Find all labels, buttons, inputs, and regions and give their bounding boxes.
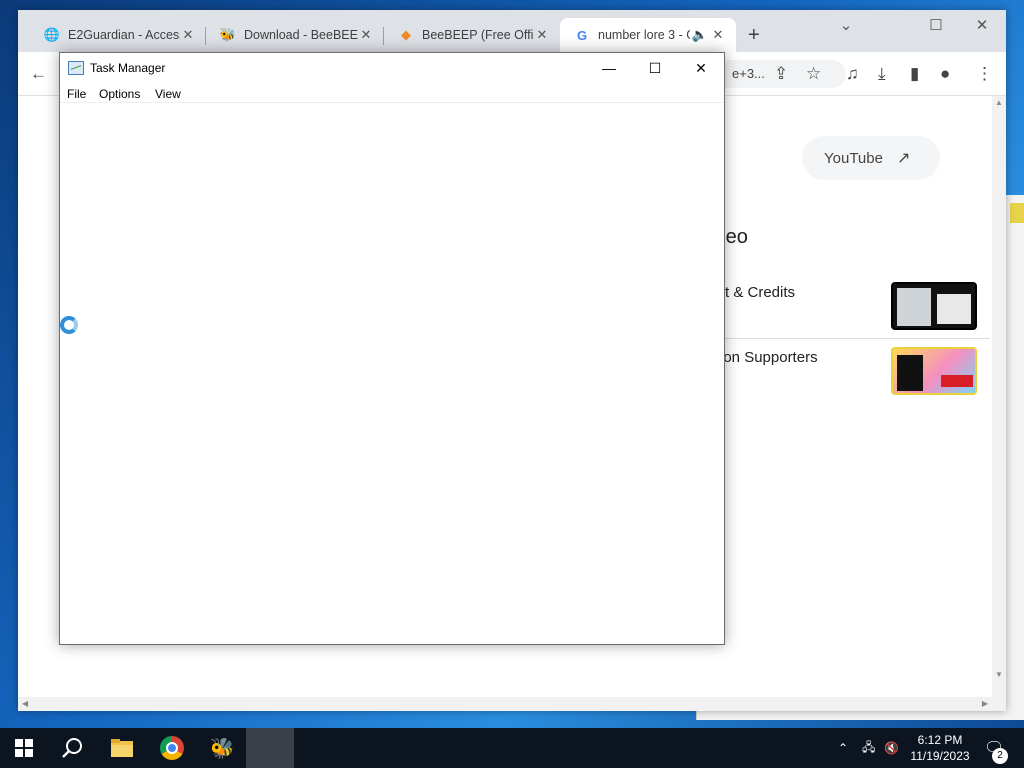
video-thumbnail[interactable] [891,347,977,395]
file-explorer-button[interactable] [98,728,146,768]
bee-icon: 🐝 [219,27,237,42]
maximize-button[interactable]: ☐ [632,53,678,83]
bee-icon: 🐝 [209,737,235,760]
share-icon[interactable]: ⇪ [774,64,788,84]
taskbar: 🐝 ⌃ 🖧 🔇 6:12 PM 11/19/2023 🗨 [0,728,1024,768]
minimize-button[interactable]: — [586,53,632,83]
beebeep-diamond-icon: ◆ [401,27,411,42]
search-icon [62,738,82,758]
scroll-left-icon[interactable]: ◀ [22,699,28,708]
tab-close-icon[interactable]: ✕ [180,27,196,43]
task-manager-taskbar-button[interactable] [246,728,294,768]
notification-count-badge: 2 [992,748,1008,764]
network-icon[interactable]: 🖧 [862,728,875,768]
media-control-icon[interactable]: ♫ [846,64,859,84]
menu-view[interactable]: View [155,87,181,101]
omnibox-text: e+3... [732,66,765,81]
folder-icon [111,739,133,757]
bookmark-star-icon[interactable]: ☆ [806,64,821,84]
menu-kebab-icon[interactable]: ⋮ [976,64,993,84]
menu-options[interactable]: Options [99,87,140,101]
clock-time: 6:12 PM [917,733,963,747]
tab-title: number lore 3 - Goog [598,28,690,42]
window-title: Task Manager [90,61,166,75]
tab-title: E2Guardian - Access D [68,28,180,42]
menu-bar: File Options View [60,83,724,103]
task-manager-window: Task Manager — ☐ ✕ File Options View [59,52,725,645]
chrome-icon [160,736,184,760]
google-g-icon: G [576,27,588,43]
vertical-scrollbar[interactable]: ▲ ▼ [992,96,1006,697]
speaker-icon[interactable]: 🔈 [690,27,710,43]
video-thumbnail[interactable] [891,282,977,330]
loading-spinner-icon [60,316,78,334]
scroll-up-icon[interactable]: ▲ [995,98,1003,107]
start-button[interactable] [0,728,48,768]
close-button[interactable]: ✕ [678,53,724,83]
beebeep-taskbar-button[interactable]: 🐝 [198,728,246,768]
show-hidden-icons-icon[interactable]: ⌃ [838,728,848,768]
search-button[interactable] [48,728,96,768]
tab-beebeep-office[interactable]: ◆ BeeBEEP (Free Office ✕ [384,18,560,52]
background-window-strip [1010,203,1024,223]
profile-avatar-icon[interactable]: ● [940,64,950,84]
youtube-label: YouTube [824,149,883,167]
new-tab-button[interactable]: + [748,24,760,47]
side-panel-icon[interactable]: ▮ [910,64,919,84]
video-title: reon Supporters [710,349,818,366]
menu-file[interactable]: File [67,87,86,101]
maximize-button[interactable]: ☐ [916,16,956,34]
volume-muted-icon[interactable]: 🔇 [884,728,899,768]
tab-search-icon[interactable]: ⌄ [826,16,866,34]
windows-logo-icon [15,739,33,757]
tab-close-icon[interactable]: ✕ [358,27,374,43]
clock[interactable]: 6:12 PM 11/19/2023 [900,732,980,764]
youtube-button[interactable]: YouTube ↗ [802,136,940,180]
tab-close-icon[interactable]: ✕ [534,27,550,43]
tab-e2guardian[interactable]: 🌐 E2Guardian - Access D ✕ [30,18,206,52]
tab-strip: 🌐 E2Guardian - Access D ✕ 🐝 Download - B… [18,10,1006,52]
clock-date: 11/19/2023 [910,749,970,763]
divider [710,338,990,339]
globe-icon: 🌐 [43,27,61,42]
horizontal-scrollbar[interactable]: ◀ ▶ [18,697,1006,711]
tab-number-lore[interactable]: G number lore 3 - Goog 🔈 ✕ [560,18,736,52]
tab-download-beebeep[interactable]: 🐝 Download - BeeBEEP ✕ [206,18,384,52]
back-arrow-icon[interactable]: ← [30,64,47,84]
tab-title: Download - BeeBEEP [244,28,358,42]
chrome-taskbar-button[interactable] [148,728,196,768]
task-manager-icon [68,61,84,75]
download-icon[interactable]: ⤓ [878,64,886,84]
task-manager-titlebar[interactable]: Task Manager — ☐ ✕ [60,53,724,83]
video-result-patreon[interactable]: reon Supporters [710,349,818,401]
tab-close-icon[interactable]: ✕ [710,27,726,43]
open-external-icon: ↗ [896,150,911,167]
close-button[interactable]: ✕ [962,16,1002,34]
scroll-right-icon[interactable]: ▶ [982,699,988,708]
scroll-down-icon[interactable]: ▼ [995,670,1003,679]
tab-title: BeeBEEP (Free Office [422,28,534,42]
